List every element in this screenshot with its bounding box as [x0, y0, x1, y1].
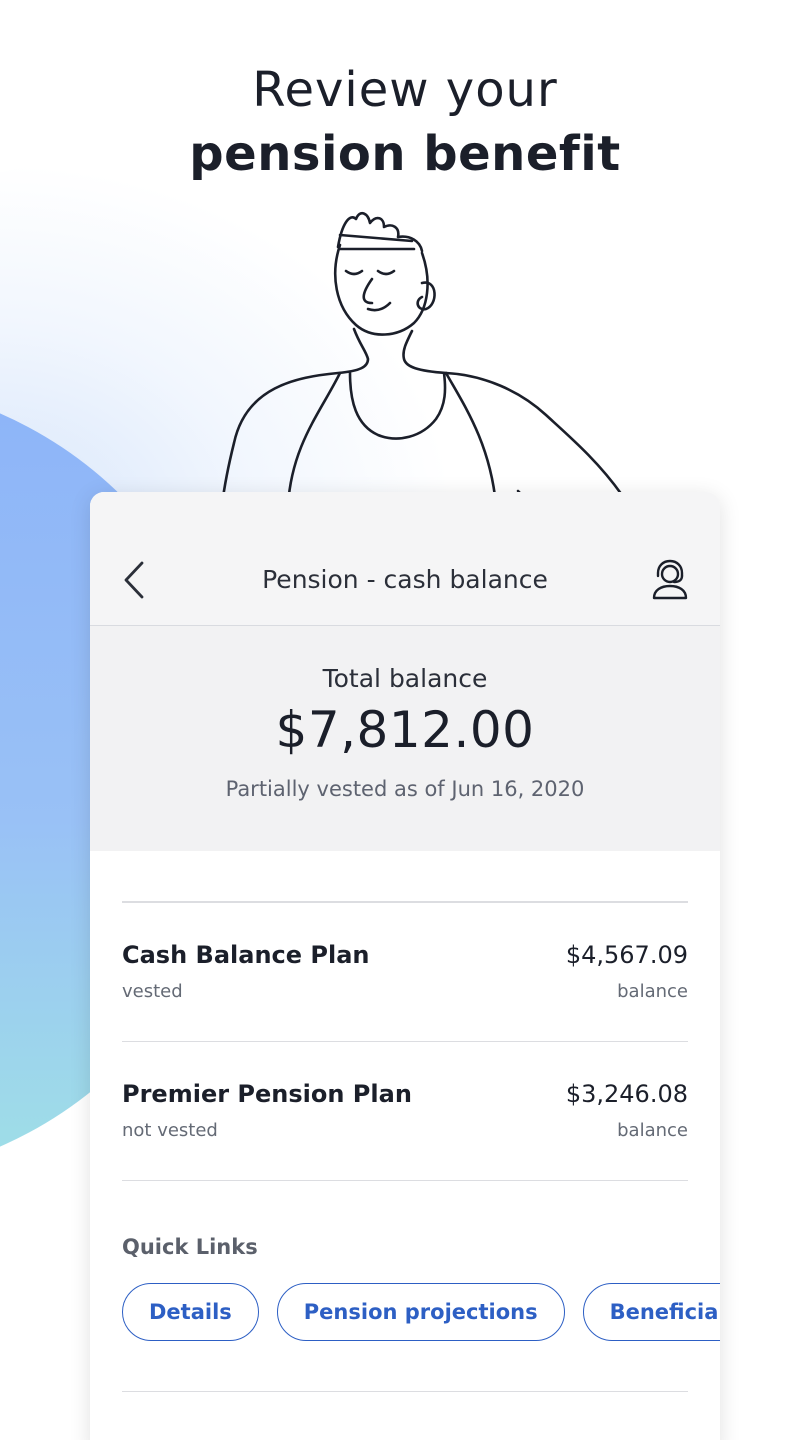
quick-link-details[interactable]: Details: [122, 1282, 259, 1341]
vesting-status: Partially vested as of Jun 16, 2020: [225, 777, 585, 801]
total-balance-amount: $7,812.00: [275, 701, 535, 759]
plan-name: Premier Pension Plan: [122, 1079, 412, 1108]
plan-row-cash-balance[interactable]: Cash Balance Plan vested $4,567.09 balan…: [122, 903, 688, 1042]
plans-list: Cash Balance Plan vested $4,567.09 balan…: [90, 901, 720, 1392]
plan-amount: $3,246.08: [565, 1079, 688, 1108]
plan-name: Cash Balance Plan: [122, 940, 370, 969]
quick-links-row: Details Pension projections Beneficiarie…: [122, 1282, 720, 1341]
divider: [122, 1390, 688, 1392]
app-promo-screen: Review your pension benefit Pension - ca…: [0, 0, 810, 1440]
plan-status: vested: [122, 980, 183, 1002]
plan-amount-caption: balance: [617, 980, 688, 1002]
promo-headline: Review your pension benefit: [0, 58, 810, 186]
quick-link-beneficiaries[interactable]: Beneficiaries: [582, 1282, 720, 1341]
balance-summary: Total balance $7,812.00 Partially vested…: [90, 626, 720, 851]
support-button[interactable]: [646, 554, 694, 604]
plan-status: not vested: [122, 1119, 218, 1141]
screen-title: Pension - cash balance: [262, 565, 548, 594]
headline-line-2: pension benefit: [189, 126, 621, 182]
plan-amount: $4,567.09: [565, 940, 688, 969]
person-illustration: [220, 211, 624, 505]
headline-line-1: Review your: [252, 62, 558, 118]
app-header: Pension - cash balance: [90, 492, 720, 626]
plan-row-premier-pension[interactable]: Premier Pension Plan not vested $3,246.0…: [122, 1042, 688, 1181]
plan-amount-caption: balance: [617, 1119, 688, 1141]
total-balance-label: Total balance: [322, 664, 488, 693]
headset-support-icon: [652, 559, 688, 600]
quick-links-title: Quick Links: [122, 1234, 258, 1259]
phone-screen-card: Pension - cash balance Total balance $7,…: [90, 492, 720, 1440]
quick-link-pension-projections[interactable]: Pension projections: [276, 1282, 565, 1341]
